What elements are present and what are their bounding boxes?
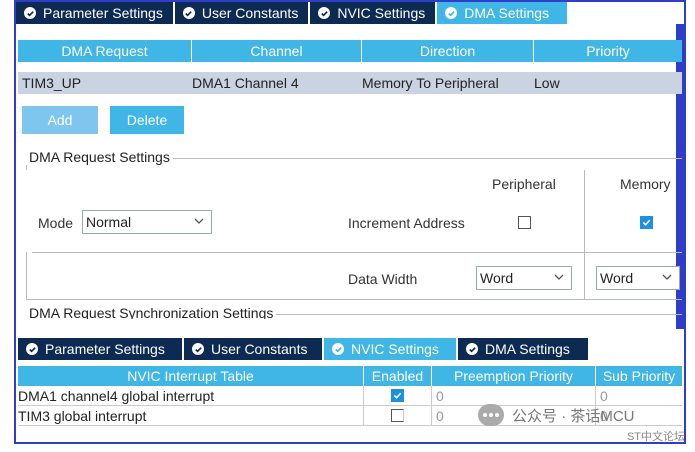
tab-label: User Constants (211, 341, 308, 357)
group-border (26, 299, 682, 300)
dma-table-header: DMA Request Channel Direction Priority (18, 40, 682, 62)
tab-label: DMA Settings (485, 341, 570, 357)
cell-enabled (364, 406, 432, 425)
tab-nvic-settings[interactable]: NVIC Settings (310, 2, 438, 24)
delete-button[interactable]: Delete (110, 106, 184, 134)
cell-interrupt-name: TIM3 global interrupt (18, 406, 364, 425)
wechat-logo-icon (478, 404, 504, 426)
cell-channel: DMA1 Channel 4 (192, 75, 299, 91)
tab-parameter-settings[interactable]: Parameter Settings (18, 338, 184, 360)
tab-label: User Constants (201, 5, 299, 21)
memory-header: Memory (620, 176, 671, 192)
cell-dma-request: TIM3_UP (22, 75, 82, 91)
memory-data-width-select[interactable]: Word (596, 266, 680, 290)
check-circle-icon (24, 7, 36, 19)
group-border (26, 252, 27, 300)
check-circle-icon (192, 343, 204, 355)
mode-label: Mode (38, 215, 74, 231)
tab-user-constants[interactable]: User Constants (174, 2, 311, 24)
mode-select[interactable]: Normal (82, 210, 212, 234)
stm32-config-panel: Parameter Settings User Constants NVIC S… (14, 0, 686, 444)
data-width-label: Data Width (348, 271, 418, 287)
col-preemption-priority[interactable]: Preemption Priority (432, 366, 596, 386)
watermark: 公众号 · 茶话MCU (478, 404, 635, 426)
check-circle-icon (445, 7, 458, 19)
col-priority[interactable]: Priority (534, 40, 682, 62)
add-button[interactable]: Add (22, 106, 98, 134)
tab-dma-settings[interactable]: DMA Settings (437, 2, 570, 24)
tab-user-constants[interactable]: User Constants (184, 338, 324, 360)
tab-label: Parameter Settings (45, 341, 165, 357)
table-row[interactable]: TIM3_UP DMA1 Channel 4 Memory To Periphe… (18, 72, 682, 94)
watermark-subtext: ST中文论坛 (626, 431, 685, 443)
check-circle-icon (466, 343, 478, 355)
cell-sub-priority[interactable]: 0 (596, 386, 682, 405)
cell-enabled (364, 386, 432, 405)
check-circle-icon (182, 7, 195, 19)
check-circle-icon (318, 7, 331, 19)
col-dma-request[interactable]: DMA Request (18, 40, 192, 62)
cell-priority: Low (534, 75, 560, 91)
peripheral-header: Peripheral (492, 176, 556, 192)
row-divider (32, 252, 682, 253)
tab-nvic-settings[interactable]: NVIC Settings (324, 338, 458, 360)
watermark-text: 公众号 · 茶话MCU (512, 407, 635, 425)
tab-label: DMA Settings (464, 5, 550, 21)
top-tab-bar: Parameter Settings User Constants NVIC S… (16, 2, 570, 24)
memory-increment-checkbox[interactable] (640, 216, 653, 229)
chevron-down-icon (194, 218, 204, 224)
col-direction[interactable]: Direction (362, 40, 534, 62)
table-row[interactable]: DMA1 channel4 global interrupt 0 0 (18, 386, 682, 406)
check-circle-icon (332, 343, 344, 355)
tab-parameter-settings[interactable]: Parameter Settings (16, 2, 175, 24)
bottom-tab-bar: Parameter Settings User Constants NVIC S… (18, 338, 590, 360)
dma-request-settings-legend: DMA Request Settings (26, 149, 173, 165)
cell-direction: Memory To Peripheral (362, 75, 499, 91)
memory-width-value: Word (600, 270, 634, 286)
checkmark-icon (642, 219, 651, 226)
nvic-table-header: NVIC Interrupt Table Enabled Preemption … (18, 366, 682, 386)
peripheral-width-value: Word (480, 270, 514, 286)
col-enabled[interactable]: Enabled (364, 366, 432, 386)
col-channel[interactable]: Channel (192, 40, 362, 62)
increment-address-label: Increment Address (348, 215, 465, 231)
chevron-down-icon (662, 274, 672, 280)
sync-settings-legend: DMA Request Synchronization Settings (26, 305, 277, 319)
cell-preemption[interactable]: 0 (432, 386, 596, 405)
check-circle-icon (26, 343, 38, 355)
enabled-checkbox[interactable] (391, 409, 404, 422)
tab-label: NVIC Settings (337, 5, 426, 21)
column-divider (584, 170, 585, 300)
cell-interrupt-name: DMA1 channel4 global interrupt (18, 386, 364, 405)
tab-dma-settings[interactable]: DMA Settings (458, 338, 590, 360)
chevron-down-icon (554, 274, 564, 280)
tab-label: Parameter Settings (43, 5, 163, 21)
enabled-checkbox[interactable] (391, 389, 404, 402)
checkmark-icon (393, 392, 402, 399)
peripheral-data-width-select[interactable]: Word (476, 266, 572, 290)
col-nvic-interrupt[interactable]: NVIC Interrupt Table (18, 366, 364, 386)
peripheral-increment-checkbox[interactable] (518, 216, 531, 229)
mode-value: Normal (86, 214, 132, 230)
tab-label: NVIC Settings (351, 341, 439, 357)
col-sub-priority[interactable]: Sub Priority (596, 366, 682, 386)
